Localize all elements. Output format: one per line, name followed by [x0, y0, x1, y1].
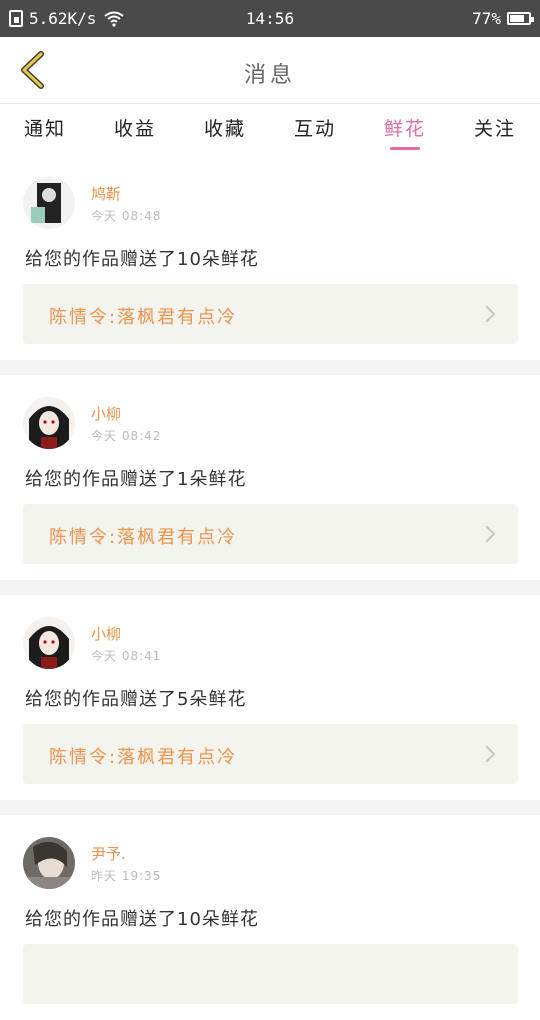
divider	[0, 580, 540, 595]
message-text: 给您的作品赠送了1朵鲜花	[25, 469, 247, 490]
tab-favorites[interactable]: 收藏	[180, 104, 270, 154]
message-list: 鸠靳 今天 08:48 给您的作品赠送了10朵鲜花 陈情令:落枫君有点冷 小柳 …	[0, 155, 540, 1020]
work-link[interactable]: 陈情令:落枫君有点冷	[23, 284, 518, 344]
work-title: 陈情令:落枫君有点冷	[49, 307, 238, 328]
tab-label: 互动	[293, 118, 336, 140]
tab-label: 通知	[23, 118, 66, 140]
tab-notifications[interactable]: 通知	[0, 104, 90, 154]
tab-following[interactable]: 关注	[450, 104, 540, 154]
tab-label: 收藏	[203, 118, 246, 140]
tab-label: 关注	[473, 118, 516, 140]
work-title: 陈情令:落枫君有点冷	[49, 747, 238, 768]
message-time: 今天 08:41	[91, 649, 162, 663]
battery-percent: 77%	[472, 9, 501, 28]
avatar[interactable]	[23, 397, 75, 449]
tab-interactions[interactable]: 互动	[270, 104, 360, 154]
tab-flowers[interactable]: 鲜花	[360, 104, 450, 154]
divider	[0, 800, 540, 815]
avatar[interactable]	[23, 837, 75, 889]
header: 消息	[0, 37, 540, 103]
message-time: 今天 08:48	[91, 209, 162, 223]
tab-label: 鲜花	[383, 118, 426, 140]
work-title: 陈情令:落枫君有点冷	[49, 527, 238, 548]
sender-name[interactable]: 小柳	[91, 623, 121, 644]
divider	[0, 360, 540, 375]
work-link[interactable]	[23, 944, 518, 1004]
tab-label: 收益	[113, 118, 156, 140]
battery-fill	[510, 15, 524, 22]
message-text: 给您的作品赠送了5朵鲜花	[25, 689, 247, 710]
message-card: 鸠靳 今天 08:48 给您的作品赠送了10朵鲜花 陈情令:落枫君有点冷	[0, 155, 540, 360]
chevron-right-icon	[485, 305, 496, 323]
message-card: 小柳 今天 08:42 给您的作品赠送了1朵鲜花 陈情令:落枫君有点冷	[0, 375, 540, 580]
message-text: 给您的作品赠送了10朵鲜花	[25, 249, 259, 270]
clock: 14:56	[245, 9, 295, 28]
message-card: 小柳 今天 08:41 给您的作品赠送了5朵鲜花 陈情令:落枫君有点冷	[0, 595, 540, 800]
avatar[interactable]	[23, 177, 75, 229]
sender-name[interactable]: 鸠靳	[91, 183, 121, 204]
tab-earnings[interactable]: 收益	[90, 104, 180, 154]
work-link[interactable]: 陈情令:落枫君有点冷	[23, 724, 518, 784]
status-bar: 5.62K/s 14:56 77%	[0, 0, 540, 37]
message-time: 今天 08:42	[91, 429, 162, 443]
status-right: 77%	[472, 9, 534, 28]
work-link[interactable]: 陈情令:落枫君有点冷	[23, 504, 518, 564]
sender-name[interactable]: 小柳	[91, 403, 121, 424]
active-tab-indicator	[390, 147, 420, 150]
message-time: 昨天 19:35	[91, 869, 162, 883]
avatar[interactable]	[23, 617, 75, 669]
tab-bar: 通知 收益 收藏 互动 鲜花 关注	[0, 103, 540, 154]
chevron-right-icon	[485, 525, 496, 543]
sender-name[interactable]: 尹予.	[91, 843, 126, 864]
battery-icon	[507, 12, 534, 25]
chevron-right-icon	[485, 745, 496, 763]
message-text: 给您的作品赠送了10朵鲜花	[25, 909, 259, 930]
page-title: 消息	[243, 63, 296, 88]
message-card: 尹予. 昨天 19:35 给您的作品赠送了10朵鲜花	[0, 815, 540, 1020]
